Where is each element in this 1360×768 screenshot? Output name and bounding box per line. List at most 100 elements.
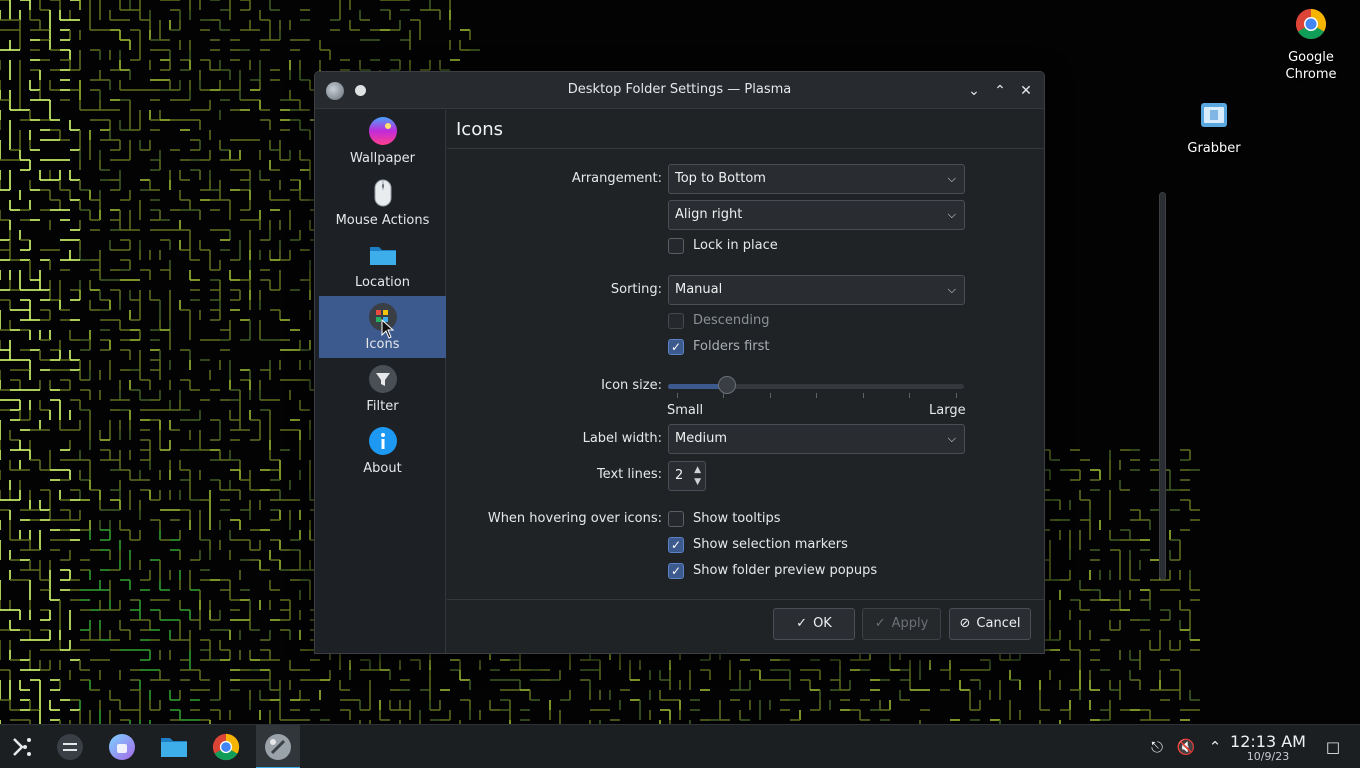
hover-options-label: When hovering over icons:	[487, 511, 662, 526]
discover-button[interactable]	[100, 725, 144, 768]
app-launcher-button[interactable]	[0, 725, 44, 768]
checkbox-label: Show tooltips	[693, 511, 781, 526]
chevron-down-icon: ⌵	[947, 208, 956, 221]
cancel-icon: ⊘	[959, 616, 971, 631]
folder-icon	[370, 247, 396, 265]
sidebar-item-label: Location	[355, 275, 410, 290]
sidebar-item-mouse-actions[interactable]: Mouse Actions	[319, 172, 446, 234]
updates-icon[interactable]: ⎋	[1147, 737, 1167, 757]
show-tooltips-checkbox[interactable]: Show tooltips	[668, 510, 918, 528]
divider	[447, 148, 1044, 149]
chevron-down-icon: ⌵	[947, 283, 956, 296]
chevron-up-icon[interactable]: ⌃	[1205, 737, 1225, 757]
close-button[interactable]: ✕	[1017, 82, 1035, 100]
sidebar-item-label: Wallpaper	[349, 151, 416, 166]
chevron-down-icon: ⌵	[947, 432, 956, 445]
checkbox-label: Folders first	[693, 339, 770, 354]
discover-icon	[109, 734, 135, 760]
checkbox-box: ✓	[668, 339, 684, 355]
checkbox-label: Lock in place	[693, 238, 778, 253]
check-icon: ✓	[874, 616, 886, 631]
desktop-icon-label: Google	[1288, 50, 1334, 65]
grabber-icon	[1201, 103, 1227, 127]
file-manager-button[interactable]	[152, 725, 196, 768]
sidebar-item-location[interactable]: Location	[319, 234, 446, 296]
info-icon	[369, 427, 397, 455]
checkbox-box	[668, 313, 684, 329]
slider-tick	[677, 393, 678, 398]
sidebar-item-label: Mouse Actions	[335, 213, 430, 228]
arrangement-select[interactable]: Top to Bottom ⌵	[668, 164, 965, 194]
sidebar-item-label: About	[363, 461, 402, 476]
sidebar-item-label: Icons	[365, 337, 400, 352]
clock-date[interactable]: 10/9/23	[1228, 750, 1308, 763]
minimize-button[interactable]: ⌄	[965, 82, 983, 100]
check-icon: ✓	[671, 340, 682, 354]
desktop-icon-google-chrome[interactable]: Google Chrome	[1266, 8, 1356, 83]
wallpaper-icon	[369, 117, 397, 145]
sorting-value: Manual	[675, 282, 723, 297]
check-icon: ✓	[796, 616, 808, 631]
alignment-value: Align right	[675, 207, 743, 222]
slider-tick	[909, 393, 910, 398]
slider-tick	[816, 393, 817, 398]
descending-checkbox[interactable]: Descending	[668, 312, 868, 330]
sidebar-item-about[interactable]: About	[319, 420, 446, 482]
settings-icon	[265, 734, 291, 760]
checkbox-label: Descending	[693, 313, 770, 328]
desktop-icon-grabber[interactable]: Grabber	[1169, 99, 1259, 157]
text-lines-spinbox[interactable]: 2 ▲ ▼	[668, 461, 706, 491]
lock-in-place-checkbox[interactable]: Lock in place	[668, 237, 868, 255]
check-icon: ✓	[671, 564, 682, 578]
cancel-button[interactable]: ⊘ Cancel	[949, 608, 1031, 640]
volume-muted-icon[interactable]: 🔇	[1176, 737, 1196, 757]
spin-arrows-icon[interactable]: ▲ ▼	[694, 464, 701, 488]
page-title: Icons	[456, 119, 504, 140]
alignment-select[interactable]: Align right ⌵	[668, 200, 965, 230]
apply-label: Apply	[891, 616, 929, 631]
filter-icon	[369, 365, 397, 393]
mouse-icon	[374, 179, 392, 207]
chevron-down-icon: ⌵	[947, 172, 956, 185]
chrome-taskbar-button[interactable]	[204, 725, 248, 768]
settings-dialog: Desktop Folder Settings — Plasma ⌄ ⌃ ✕ W…	[314, 71, 1166, 654]
icon-size-slider[interactable]	[668, 384, 964, 389]
text-lines-label: Text lines:	[596, 467, 662, 482]
ok-label: OK	[813, 616, 832, 631]
ok-button[interactable]: ✓ OK	[773, 608, 855, 640]
show-folder-preview-popups-checkbox[interactable]: ✓ Show folder preview popups	[668, 562, 918, 580]
clock-time[interactable]: 12:13 AM	[1228, 732, 1308, 751]
title-bar[interactable]: Desktop Folder Settings — Plasma ⌄ ⌃ ✕	[315, 72, 1044, 109]
folders-first-checkbox[interactable]: ✓ Folders first	[668, 338, 868, 356]
checkbox-box: ✓	[668, 537, 684, 553]
desktop-icon-label: Grabber	[1187, 141, 1241, 156]
slider-handle[interactable]	[718, 376, 737, 394]
slider-min-label: Small	[667, 403, 704, 418]
dialog-button-bar: ✓ OK ✓ Apply ⊘ Cancel	[447, 599, 1044, 653]
maximize-button[interactable]: ⌃	[991, 82, 1009, 100]
label-width-select[interactable]: Medium ⌵	[668, 424, 965, 454]
sidebar-item-filter[interactable]: Filter	[319, 358, 446, 420]
desktop-icon-label-line2: Chrome	[1285, 67, 1337, 82]
taskbar: ⎋ 🔇 ⌃ 12:13 AM 10/9/23 □	[0, 724, 1360, 768]
checkbox-box	[668, 511, 684, 527]
arrangement-value: Top to Bottom	[675, 171, 766, 186]
window-title: Desktop Folder Settings — Plasma	[567, 82, 792, 97]
sorting-select[interactable]: Manual ⌵	[668, 275, 965, 305]
settings-taskbar-button[interactable]	[256, 725, 300, 768]
slider-tick	[863, 393, 864, 398]
chrome-icon	[212, 733, 240, 761]
overview-button[interactable]	[48, 725, 92, 768]
cancel-label: Cancel	[976, 616, 1021, 631]
show-desktop-icon[interactable]: □	[1323, 737, 1343, 757]
sidebar-item-wallpaper[interactable]: Wallpaper	[319, 110, 446, 172]
sidebar: Wallpaper Mouse Actions Location Icons F…	[315, 110, 446, 653]
slider-tick	[956, 393, 957, 398]
show-selection-markers-checkbox[interactable]: ✓ Show selection markers	[668, 536, 918, 554]
slider-tick	[723, 393, 724, 398]
check-icon: ✓	[671, 538, 682, 552]
checkbox-box	[668, 238, 684, 254]
apply-button[interactable]: ✓ Apply	[862, 608, 941, 640]
scrollbar[interactable]	[1159, 192, 1166, 580]
label-width-value: Medium	[675, 431, 727, 446]
